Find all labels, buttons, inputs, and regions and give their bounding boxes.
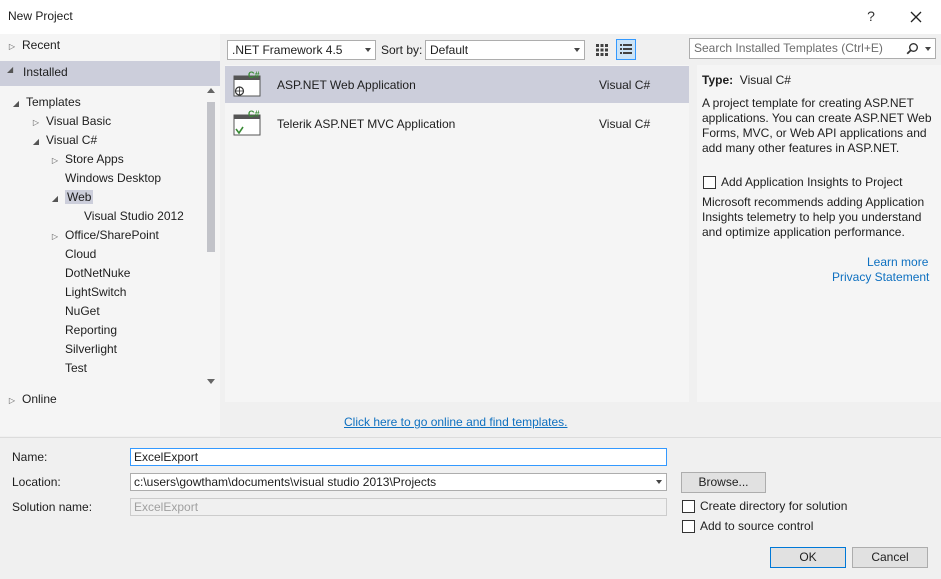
web-project-icon: C# xyxy=(233,70,263,99)
sort-select[interactable]: Default xyxy=(425,40,585,60)
chevron-down-icon xyxy=(574,48,580,52)
template-name: Telerik ASP.NET MVC Application xyxy=(277,117,456,131)
chevron-down-icon xyxy=(365,48,371,52)
app-insights-label[interactable]: Add Application Insights to Project xyxy=(721,175,902,189)
tree-item-web[interactable]: ◢ Web xyxy=(50,188,94,207)
divider xyxy=(0,437,941,438)
app-insights-checkbox[interactable] xyxy=(703,176,716,189)
solution-name-input[interactable]: ExcelExport xyxy=(130,498,667,516)
expand-triangle-icon: ▷ xyxy=(8,42,16,51)
tree-item-visual-basic[interactable]: ▷ Visual Basic xyxy=(31,112,111,131)
location-input[interactable]: c:\users\gowtham\documents\visual studio… xyxy=(130,473,667,491)
expand-triangle-icon: ▷ xyxy=(32,118,40,127)
installed-node[interactable]: ◢ Installed xyxy=(0,61,220,86)
scroll-down-arrow-icon[interactable] xyxy=(207,379,215,384)
collapse-triangle-icon: ◢ xyxy=(7,65,14,74)
template-row-telerik-aspnet-mvc[interactable]: C# Telerik ASP.NET MVC Application Visua… xyxy=(225,105,689,142)
location-label: Location: xyxy=(12,475,61,489)
tree-item-reporting[interactable]: Reporting xyxy=(65,321,117,340)
list-view-icon xyxy=(620,44,632,54)
template-description: A project template for creating ASP.NET … xyxy=(702,96,932,155)
sort-by-label: Sort by: xyxy=(381,43,423,57)
title-bar xyxy=(0,0,941,34)
framework-select[interactable]: .NET Framework 4.5 xyxy=(227,40,376,60)
recent-node[interactable]: ▷ Recent xyxy=(7,36,60,55)
collapse-triangle-icon: ◢ xyxy=(51,194,59,203)
source-control-label[interactable]: Add to source control xyxy=(700,519,813,533)
template-language: Visual C# xyxy=(599,78,651,92)
learn-more-link[interactable]: Learn more xyxy=(867,255,928,269)
tree-scrollbar[interactable] xyxy=(204,86,218,386)
solution-name-label: Solution name: xyxy=(12,500,93,514)
svg-text:C#: C# xyxy=(248,110,260,119)
tree-item-store-apps[interactable]: ▷ Store Apps xyxy=(50,150,124,169)
expand-triangle-icon: ▷ xyxy=(51,232,59,241)
browse-button[interactable]: Browse... xyxy=(681,472,766,493)
tree-item-nuget[interactable]: NuGet xyxy=(65,302,100,321)
privacy-statement-link[interactable]: Privacy Statement xyxy=(832,270,929,284)
scroll-thumb[interactable] xyxy=(207,102,215,252)
close-button[interactable] xyxy=(904,5,928,27)
tree-item-visual-csharp[interactable]: ◢ Visual C# xyxy=(31,131,97,150)
expand-triangle-icon: ▷ xyxy=(51,156,59,165)
chevron-down-icon[interactable] xyxy=(656,480,662,484)
tree-item-office-sharepoint[interactable]: ▷ Office/SharePoint xyxy=(50,226,159,245)
help-button[interactable]: ? xyxy=(860,5,882,27)
app-insights-description: Microsoft recommends adding Application … xyxy=(702,195,925,239)
chevron-down-icon[interactable] xyxy=(925,47,931,51)
tree-item-lightswitch[interactable]: LightSwitch xyxy=(65,283,126,302)
scroll-up-arrow-icon[interactable] xyxy=(207,88,215,93)
search-input[interactable]: Search Installed Templates (Ctrl+E) xyxy=(689,38,936,59)
type-line: Type: Visual C# xyxy=(702,73,791,87)
collapse-triangle-icon: ◢ xyxy=(12,99,20,108)
tree-item-templates[interactable]: ◢ Templates xyxy=(11,93,81,112)
grid-view-button[interactable] xyxy=(592,40,612,60)
window-title: New Project xyxy=(8,9,73,23)
source-control-checkbox[interactable] xyxy=(682,520,695,533)
grid-view-icon xyxy=(596,44,608,56)
template-list: C# ASP.NET Web Application Visual C# C# … xyxy=(225,65,689,402)
close-icon xyxy=(910,11,922,23)
cancel-button[interactable]: Cancel xyxy=(852,547,928,568)
tree-item-windows-desktop[interactable]: Windows Desktop xyxy=(65,169,161,188)
create-directory-label[interactable]: Create directory for solution xyxy=(700,499,847,513)
tree-item-dotnetnuke[interactable]: DotNetNuke xyxy=(65,264,130,283)
template-language: Visual C# xyxy=(599,117,651,131)
expand-triangle-icon: ▷ xyxy=(8,396,16,405)
create-directory-checkbox[interactable] xyxy=(682,500,695,513)
tree-item-test[interactable]: Test xyxy=(65,359,87,378)
tree-item-cloud[interactable]: Cloud xyxy=(65,245,96,264)
online-templates-link[interactable]: Click here to go online and find templat… xyxy=(344,415,567,429)
tree-item-visual-studio-2012[interactable]: Visual Studio 2012 xyxy=(84,207,184,226)
online-node[interactable]: ▷ Online xyxy=(7,390,57,409)
search-icon[interactable] xyxy=(906,42,919,59)
collapse-triangle-icon: ◢ xyxy=(32,137,40,146)
name-label: Name: xyxy=(12,450,48,464)
telerik-project-icon: C# xyxy=(233,109,263,138)
svg-text:C#: C# xyxy=(248,71,260,80)
template-name: ASP.NET Web Application xyxy=(277,78,416,92)
template-row-aspnet-web-application[interactable]: C# ASP.NET Web Application Visual C# xyxy=(225,66,689,103)
tree-item-silverlight[interactable]: Silverlight xyxy=(65,340,117,359)
ok-button[interactable]: OK xyxy=(770,547,846,568)
list-view-button[interactable] xyxy=(616,39,636,60)
name-input[interactable]: ExcelExport xyxy=(130,448,667,466)
